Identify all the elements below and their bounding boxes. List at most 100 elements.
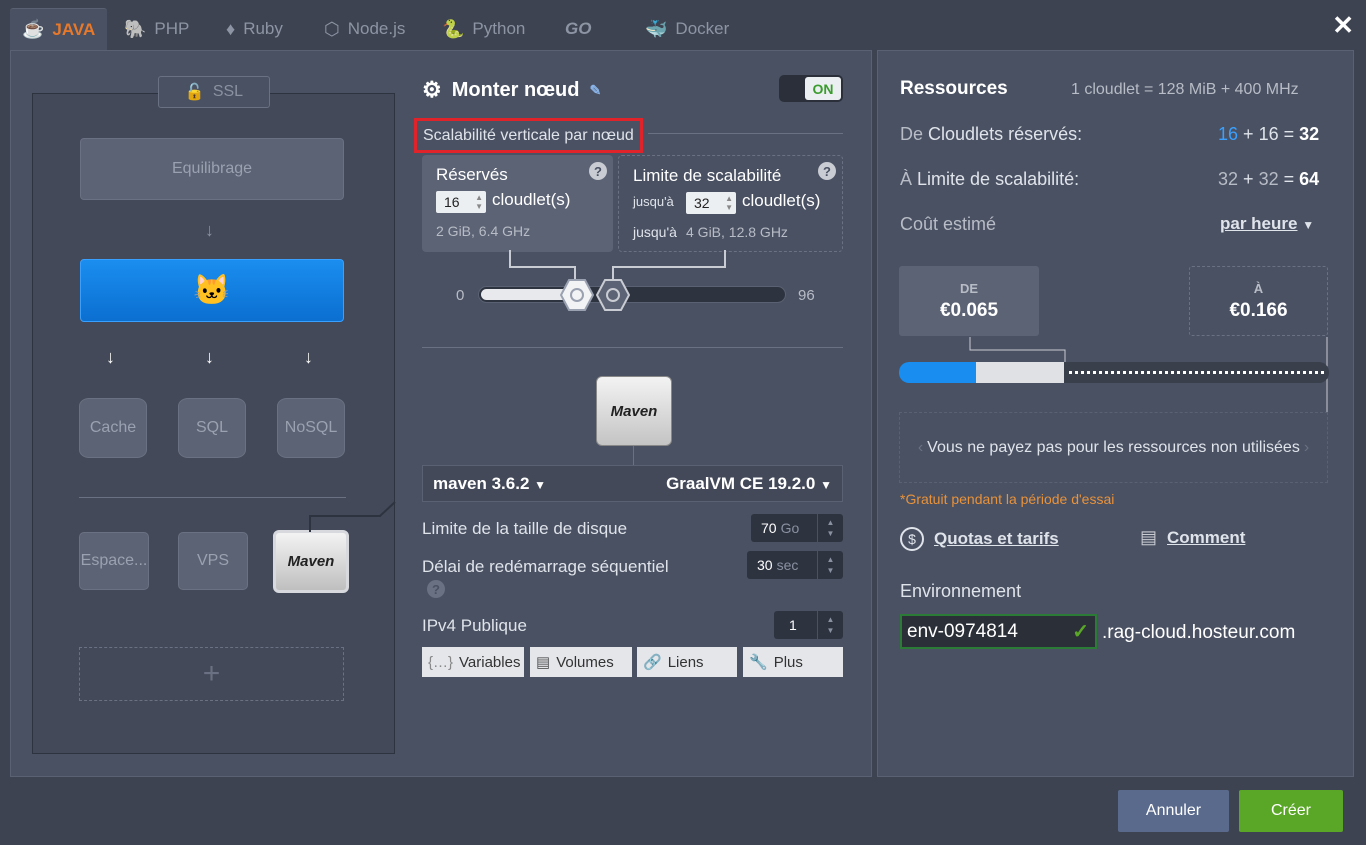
balancer-node[interactable]: Equilibrage xyxy=(80,138,344,200)
storage-node[interactable]: Espace... xyxy=(79,532,149,590)
period-dropdown[interactable]: par heure ▼ xyxy=(1220,214,1314,234)
tab-go[interactable]: GO xyxy=(565,12,591,46)
help-icon[interactable]: ? xyxy=(427,580,445,598)
cost-label: Coût estimé xyxy=(900,214,997,234)
restart-input[interactable]: 30 sec ▲ ▼ xyxy=(747,551,843,579)
limit-input[interactable]: 32 ▲ ▼ xyxy=(686,192,736,214)
create-button[interactable]: Créer xyxy=(1239,790,1343,832)
tab-bar: ☕ JAVA 🐘 PHP ♦ Ruby ⬡ Node.js 🐍 Python GO 🐳 Do… xyxy=(0,0,1366,50)
help-icon[interactable]: ? xyxy=(818,162,836,180)
version-dropdown[interactable]: maven 3.6.2 ▼ xyxy=(433,474,546,494)
close-icon[interactable]: ✕ xyxy=(1332,10,1354,41)
tab-ruby[interactable]: ♦ Ruby xyxy=(226,12,283,46)
caret-down-icon: ▼ xyxy=(820,477,832,492)
variables-button[interactable]: {…} Variables xyxy=(422,647,524,677)
links-button[interactable]: 🔗 Liens xyxy=(637,647,737,677)
cost-bar-reserved xyxy=(899,362,976,383)
trial-note: *Gratuit pendant la période d'essai xyxy=(900,491,1115,507)
maven-node[interactable]: Maven xyxy=(273,530,349,593)
reserved-info: 2 GiB, 6.4 GHz xyxy=(436,223,531,239)
help-icon[interactable]: ? xyxy=(589,162,607,180)
reserved-title: Réservés xyxy=(436,165,508,184)
arrow-down-icon: ↓ xyxy=(106,347,115,367)
tab-docker[interactable]: 🐳 Docker xyxy=(645,12,729,46)
gears-icon: ⚙ xyxy=(422,77,442,102)
jdk-dropdown[interactable]: GraalVM CE 19.2.0 ▼ xyxy=(666,474,832,494)
arrow-down-icon: ↓ xyxy=(304,347,313,367)
tab-java[interactable]: ☕ JAVA xyxy=(10,8,108,50)
tab-python[interactable]: 🐍 Python xyxy=(442,12,525,46)
limit-row-value: 32 + 32 = 64 xyxy=(1218,169,1320,189)
reserved-slider-handle[interactable] xyxy=(560,278,594,312)
environment-name-input[interactable]: env-0974814 ✓ xyxy=(900,614,1097,649)
document-icon: ▤ xyxy=(1140,527,1158,547)
arrow-down-icon: ↓ xyxy=(205,347,214,367)
dollar-icon: $ xyxy=(900,527,924,551)
edit-icon[interactable]: ✎ xyxy=(589,82,601,99)
sql-node[interactable]: SQL xyxy=(178,398,246,458)
limit-slider-handle[interactable] xyxy=(596,278,630,312)
tab-php[interactable]: 🐘 PHP xyxy=(124,12,189,46)
reserved-input[interactable]: 16 ▲ ▼ xyxy=(436,191,486,213)
divider xyxy=(422,347,843,348)
resources-title: Ressources xyxy=(900,78,1008,99)
connector-line xyxy=(309,501,396,532)
maven-logo: Maven xyxy=(596,376,672,446)
more-button[interactable]: 🔧 Plus xyxy=(743,647,843,677)
unused-resources-note: ‹ Vous ne payez pas pour les ressources n… xyxy=(899,412,1328,483)
limit-title: Limite de scalabilité xyxy=(633,166,782,185)
connector-line xyxy=(633,446,634,465)
stepper-icon[interactable]: ▲ ▼ xyxy=(817,611,843,639)
link-icon: 🔗 xyxy=(643,654,662,671)
limit-prefix: jusqu'à xyxy=(633,194,674,209)
nosql-node[interactable]: NoSQL xyxy=(277,398,345,458)
python-icon: 🐍 xyxy=(442,18,465,39)
ipv4-label: IPv4 Publique xyxy=(422,616,527,635)
braces-icon: {…} xyxy=(428,653,454,671)
ruby-icon: ♦ xyxy=(226,18,236,39)
node-toggle[interactable]: ON xyxy=(779,75,843,102)
docker-icon: 🐳 xyxy=(645,18,668,39)
tomcat-node[interactable]: 🐱 xyxy=(80,259,344,322)
nodejs-icon: ⬡ xyxy=(324,18,340,39)
caret-down-icon: ▼ xyxy=(534,477,547,492)
disk-input[interactable]: 70 Go ▲ ▼ xyxy=(751,514,843,542)
caret-down-icon: ▼ xyxy=(1302,218,1315,232)
quotas-link[interactable]: $ Quotas et tarifs xyxy=(900,527,1059,551)
reserved-row-label: De Cloudlets réservés: xyxy=(900,124,1083,144)
limit-info-prefix: jusqu'à xyxy=(633,224,677,240)
ssl-button[interactable]: 🔓 SSL xyxy=(158,76,270,108)
php-icon: 🐘 xyxy=(124,18,147,39)
cache-node[interactable]: Cache xyxy=(79,398,147,458)
stepper-icon[interactable]: ▲ ▼ xyxy=(475,193,483,211)
restart-label: Délai de redémarrage séquentiel xyxy=(422,557,669,576)
vps-node[interactable]: VPS xyxy=(178,532,248,590)
version-selector: maven 3.6.2 ▼ GraalVM CE 19.2.0 ▼ xyxy=(422,465,843,502)
stepper-icon[interactable]: ▲ ▼ xyxy=(817,514,843,542)
stepper-icon[interactable]: ▲ ▼ xyxy=(817,551,843,579)
environment-domain: .rag-cloud.hosteur.com xyxy=(1102,622,1296,643)
tab-nodejs[interactable]: ⬡ Node.js xyxy=(324,12,405,46)
divider xyxy=(648,133,843,134)
ipv4-input[interactable]: 1 ▲ ▼ xyxy=(774,611,843,639)
check-icon: ✓ xyxy=(1072,621,1089,643)
reserved-row-value: 16 + 16 = 32 xyxy=(1218,124,1320,144)
wrench-icon: 🔧 xyxy=(749,654,768,671)
cost-bar-scaling xyxy=(976,362,1064,383)
how-link[interactable]: ▤ Comment xyxy=(1140,527,1245,548)
cloudlet-definition: 1 cloudlet = 128 MiB + 400 MHz xyxy=(1071,81,1299,98)
cost-bar xyxy=(899,362,1329,383)
slider-min: 0 xyxy=(456,287,465,304)
cancel-button[interactable]: Annuler xyxy=(1118,790,1229,832)
volumes-button[interactable]: ▤ Volumes xyxy=(530,647,632,677)
arrow-down-icon: ↓ xyxy=(205,220,214,240)
reserved-unit: cloudlet(s) xyxy=(492,190,571,209)
slider-max: 96 xyxy=(798,287,815,304)
folder-icon: ▤ xyxy=(536,654,551,671)
cost-bar-limit xyxy=(1069,371,1324,374)
node-title: ⚙ Monter nœud ✎ xyxy=(422,77,602,102)
environment-label: Environnement xyxy=(900,581,1022,601)
divider xyxy=(79,497,346,498)
add-node-button[interactable]: + xyxy=(79,647,344,701)
stepper-icon[interactable]: ▲ ▼ xyxy=(725,194,733,212)
